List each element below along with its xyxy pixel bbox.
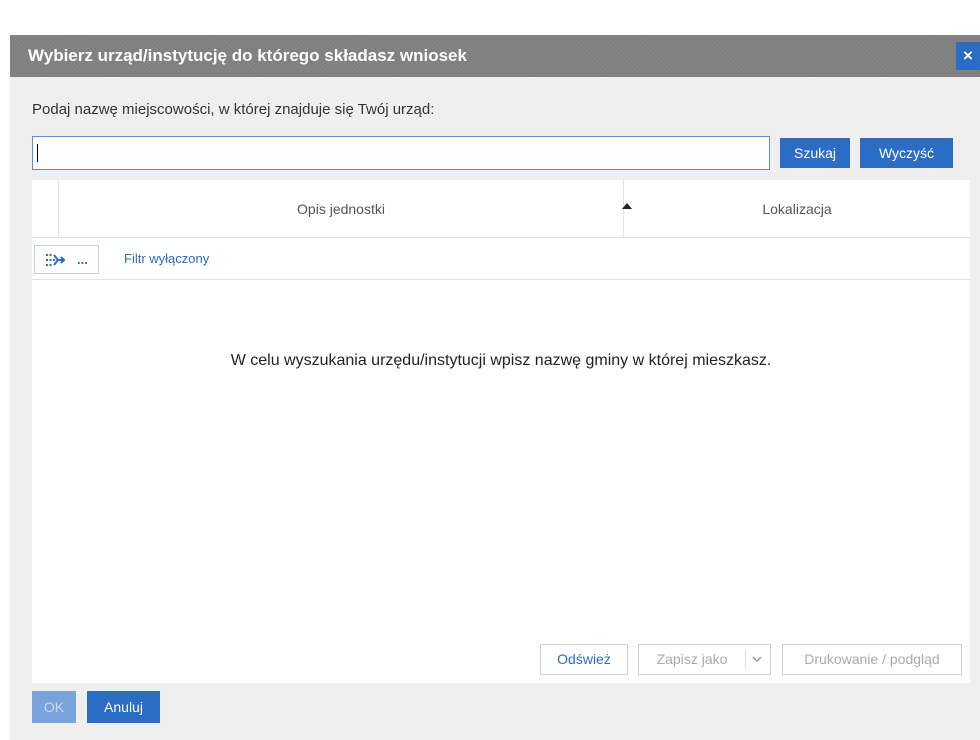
print-preview-button[interactable]: Drukowanie / podgląd	[782, 644, 962, 675]
dialog-title: Wybierz urząd/instytucję do którego skła…	[10, 35, 980, 77]
column-header-opis[interactable]: Opis jednostki	[59, 180, 632, 238]
refresh-button[interactable]: Odśwież	[540, 644, 628, 675]
filter-status-link[interactable]: Filtr wyłączony	[124, 251, 209, 266]
chevron-down-icon[interactable]	[752, 656, 762, 663]
dialog: Wybierz urząd/instytucję do którego skła…	[10, 35, 980, 740]
save-as-button[interactable]: Zapisz jako	[638, 644, 771, 675]
empty-message: W celu wyszukania urzędu/instytucji wpis…	[230, 352, 772, 369]
filter-arrows-icon	[46, 254, 66, 266]
save-as-label: Zapisz jako	[656, 651, 728, 667]
search-input[interactable]	[32, 136, 770, 170]
search-button[interactable]: Szukaj	[780, 138, 850, 168]
close-icon[interactable]: ×	[963, 46, 973, 65]
split-divider	[745, 650, 746, 669]
row-selector-column	[32, 180, 59, 238]
ok-button[interactable]: OK	[32, 691, 76, 723]
close-button[interactable]: ×	[956, 42, 980, 70]
column-header-label: Opis jednostki	[297, 201, 385, 217]
clear-button[interactable]: Wyczyść	[860, 138, 953, 168]
results-grid: Opis jednostki Lokalizacja ... Filtr wył…	[32, 180, 970, 683]
column-header-label: Lokalizacja	[762, 201, 832, 217]
search-prompt: Podaj nazwę miejscowości, w której znajd…	[32, 101, 435, 118]
filter-row: ... Filtr wyłączony	[32, 238, 970, 280]
grid-header: Opis jednostki Lokalizacja	[32, 180, 970, 238]
filter-button[interactable]: ...	[34, 245, 99, 274]
filter-more-icon: ...	[77, 252, 88, 267]
column-header-lokalizacja[interactable]: Lokalizacja	[624, 180, 970, 238]
text-caret	[37, 144, 38, 162]
cancel-button[interactable]: Anuluj	[87, 691, 160, 723]
